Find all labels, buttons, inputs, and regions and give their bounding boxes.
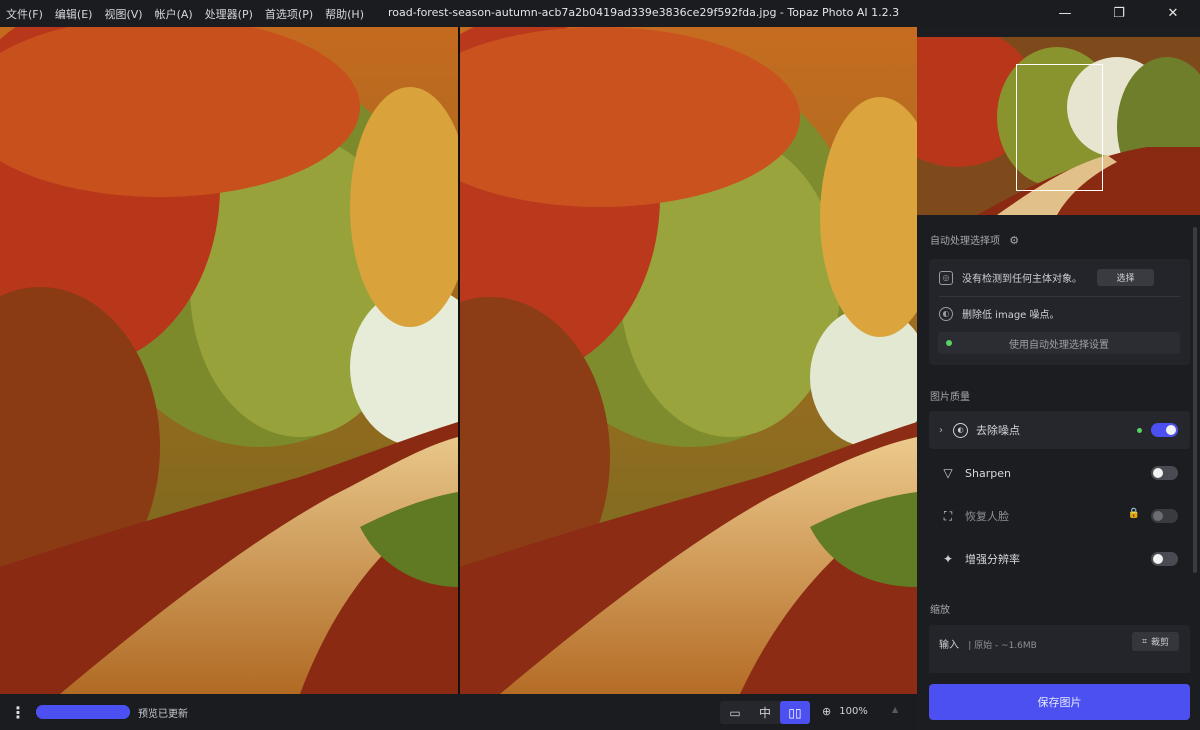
denoise-label: 去除噪点 bbox=[976, 424, 1020, 437]
preview-status: 预览已更新 bbox=[138, 708, 188, 720]
denoise-row[interactable]: › ◐ 去除噪点 bbox=[929, 411, 1190, 449]
zoom-control[interactable]: ⊕ 100% bbox=[822, 705, 868, 718]
select-subject-button[interactable]: 选择 bbox=[1097, 269, 1154, 286]
menu-view[interactable]: 视图(V) bbox=[104, 6, 142, 22]
input-label: 输入 bbox=[939, 640, 959, 651]
split-view-button[interactable]: 中 bbox=[750, 701, 780, 724]
no-subject-text: 没有检测到任何主体对象。 bbox=[962, 274, 1082, 285]
forest-image-processed bbox=[460, 27, 917, 694]
window-controls: — ❐ ✕ bbox=[1038, 0, 1200, 27]
face-recovery-row[interactable]: ⛶ 恢复人脸 🔒 bbox=[929, 497, 1190, 535]
close-button[interactable]: ✕ bbox=[1146, 0, 1200, 27]
input-size-meta: | 原始 - ~1.6MB bbox=[968, 641, 1037, 651]
input-info: 输入 | 原始 - ~1.6MB bbox=[939, 636, 1037, 651]
toggle-knob bbox=[1153, 468, 1163, 478]
preview-canvas[interactable] bbox=[0, 27, 917, 694]
menu-bar: 文件(F) 编辑(E) 视图(V) 帐户(A) 处理器(P) 首选项(P) 帮助… bbox=[0, 6, 376, 22]
sharpen-row[interactable]: ▽ Sharpen bbox=[929, 454, 1190, 492]
side-by-side-view-button[interactable]: ▯▯ bbox=[780, 701, 810, 724]
toggle-knob bbox=[1166, 425, 1176, 435]
scale-title: 缩放 bbox=[930, 605, 950, 616]
navigator-thumbnail[interactable] bbox=[917, 37, 1200, 215]
view-mode-group: ▭ 中 ▯▯ bbox=[720, 701, 810, 724]
preview-progress-bar bbox=[36, 705, 130, 719]
toggle-knob bbox=[1153, 554, 1163, 564]
divider bbox=[939, 296, 1180, 297]
zoom-caret-icon[interactable]: ▲ bbox=[892, 705, 898, 714]
chevron-right-icon[interactable]: › bbox=[939, 425, 951, 436]
crop-icon: ⌗ bbox=[1141, 636, 1148, 647]
forest-image-original bbox=[0, 27, 458, 694]
more-options-icon[interactable]: ⋮ bbox=[0, 694, 36, 730]
progress-fill bbox=[36, 705, 130, 719]
denoise-low-row: ◐ 删除低 image 噪点。 bbox=[939, 306, 1060, 321]
minimize-button[interactable]: — bbox=[1038, 0, 1092, 27]
settings-sidebar: 自动处理选择项 ⚙ ◎ 没有检测到任何主体对象。 选择 ◐ 删除低 image … bbox=[917, 27, 1200, 730]
menu-help[interactable]: 帮助(H) bbox=[325, 6, 364, 22]
sharpen-icon: ▽ bbox=[943, 466, 953, 480]
apply-auto-label: 使用自动处理选择设置 bbox=[1009, 339, 1109, 351]
menu-edit[interactable]: 编辑(E) bbox=[55, 6, 93, 22]
menu-processor[interactable]: 处理器(P) bbox=[205, 6, 253, 22]
apply-auto-settings-button[interactable]: 使用自动处理选择设置 bbox=[938, 332, 1180, 354]
denoise-icon: ◐ bbox=[953, 422, 968, 438]
sharpen-label: Sharpen bbox=[965, 466, 1011, 480]
single-view-button[interactable]: ▭ bbox=[720, 701, 750, 724]
input-size-card: 输入 | 原始 - ~1.6MB ⌗ 裁剪 bbox=[929, 625, 1190, 673]
face-icon: ⛶ bbox=[943, 508, 953, 523]
bottom-toolbar: ⋮ 预览已更新 ▭ 中 ▯▯ ⊕ 100% ▲ bbox=[0, 694, 917, 730]
face-recovery-toggle[interactable] bbox=[1151, 509, 1178, 523]
menu-file[interactable]: 文件(F) bbox=[6, 6, 43, 22]
upscale-toggle[interactable] bbox=[1151, 552, 1178, 566]
window-title: road-forest-season-autumn-acb7a2b0419ad3… bbox=[388, 6, 900, 19]
menu-preferences[interactable]: 首选项(P) bbox=[265, 6, 313, 22]
toggle-knob bbox=[1153, 511, 1163, 521]
sidebar-scrollbar[interactable] bbox=[1193, 227, 1197, 573]
crop-button[interactable]: ⌗ 裁剪 bbox=[1132, 632, 1179, 651]
processed-preview[interactable] bbox=[460, 27, 917, 694]
denoise-low-text: 删除低 image 噪点。 bbox=[962, 310, 1060, 321]
zoom-icon[interactable]: ⊕ bbox=[822, 705, 831, 718]
upscale-row[interactable]: ✦ 增强分辨率 bbox=[929, 540, 1190, 578]
original-preview[interactable] bbox=[0, 27, 458, 694]
auto-settings-card: ◎ 没有检测到任何主体对象。 选择 ◐ 删除低 image 噪点。 使用自动处理… bbox=[929, 259, 1190, 365]
lock-icon: 🔒 bbox=[1127, 508, 1140, 519]
restore-button[interactable]: ❐ bbox=[1092, 0, 1146, 27]
denoise-icon: ◐ bbox=[939, 306, 953, 321]
face-recovery-label: 恢复人脸 bbox=[965, 510, 1009, 523]
menu-account[interactable]: 帐户(A) bbox=[155, 6, 193, 22]
title-bar: 文件(F) 编辑(E) 视图(V) 帐户(A) 处理器(P) 首选项(P) 帮助… bbox=[0, 0, 1200, 27]
zoom-level[interactable]: 100% bbox=[839, 706, 868, 717]
auto-settings-header: 自动处理选择项 ⚙ bbox=[930, 232, 1019, 247]
save-image-button[interactable]: 保存图片 bbox=[929, 684, 1190, 720]
gear-icon[interactable]: ⚙ bbox=[1009, 234, 1019, 247]
image-quality-title: 图片质量 bbox=[930, 392, 970, 403]
crop-label: 裁剪 bbox=[1151, 638, 1170, 648]
denoise-toggle[interactable] bbox=[1151, 423, 1178, 437]
auto-settings-title: 自动处理选择项 bbox=[930, 236, 1000, 247]
upscale-label: 增强分辨率 bbox=[965, 553, 1020, 566]
sparkle-icon: ✦ bbox=[942, 552, 954, 566]
subject-detect-icon: ◎ bbox=[939, 270, 953, 285]
status-dot bbox=[946, 340, 952, 346]
active-indicator bbox=[1137, 428, 1142, 433]
subject-detection-row: ◎ 没有检测到任何主体对象。 bbox=[939, 270, 1082, 285]
navigator-viewport-frame[interactable] bbox=[1016, 64, 1103, 191]
sharpen-toggle[interactable] bbox=[1151, 466, 1178, 480]
